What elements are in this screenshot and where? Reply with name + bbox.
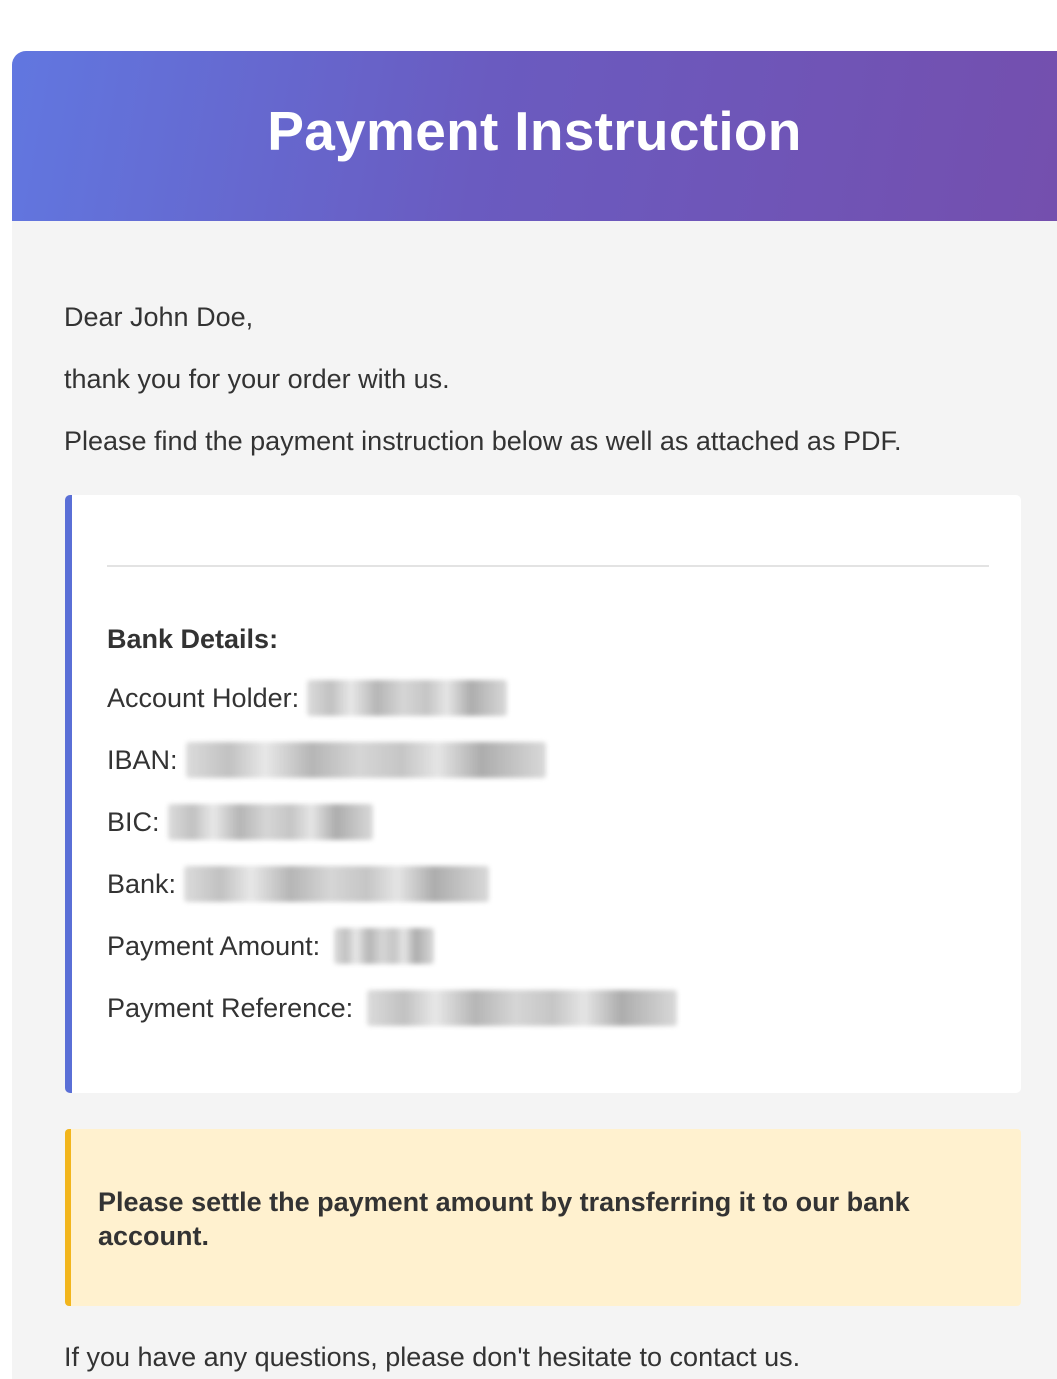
iban-label: IBAN: [107, 744, 178, 775]
bank-redacted-value [184, 866, 490, 902]
payment-reference-label: Payment Reference: [107, 992, 354, 1023]
greeting-text: Dear John Doe, [64, 302, 254, 332]
payment-notice-text: Please settle the payment amount by tran… [98, 1187, 910, 1251]
email-header: Payment Instruction [12, 51, 1057, 221]
intro-text: Please find the payment instruction belo… [64, 426, 902, 456]
account-holder-redacted-value [307, 680, 508, 716]
payment-notice-box: Please settle the payment amount by tran… [65, 1129, 1021, 1306]
iban-row: IBAN: [107, 740, 546, 780]
email-container: Payment Instruction Dear John Doe, thank… [12, 51, 1057, 1379]
account-holder-label: Account Holder: [107, 682, 300, 713]
payment-reference-row: Payment Reference: [107, 988, 678, 1028]
bank-label: Bank: [107, 868, 177, 899]
card-divider [107, 565, 989, 567]
bic-label: BIC: [107, 806, 160, 837]
bank-details-card: Bank Details: Account Holder: IBAN: BIC:… [65, 495, 1021, 1093]
bic-row: BIC: [107, 802, 373, 842]
closing-text: If you have any questions, please don't … [64, 1342, 801, 1372]
bank-row: Bank: [107, 864, 490, 904]
payment-amount-row: Payment Amount: [107, 926, 435, 966]
account-holder-row: Account Holder: [107, 678, 508, 718]
thanks-text: thank you for your order with us. [64, 364, 450, 394]
payment-amount-label: Payment Amount: [107, 930, 321, 961]
payment-reference-redacted-value [367, 990, 678, 1026]
iban-redacted-value [185, 742, 546, 778]
bic-redacted-value [167, 804, 373, 840]
email-title: Payment Instruction [267, 100, 802, 162]
bank-details-heading: Bank Details: [107, 624, 279, 654]
payment-amount-redacted-value [334, 928, 435, 964]
